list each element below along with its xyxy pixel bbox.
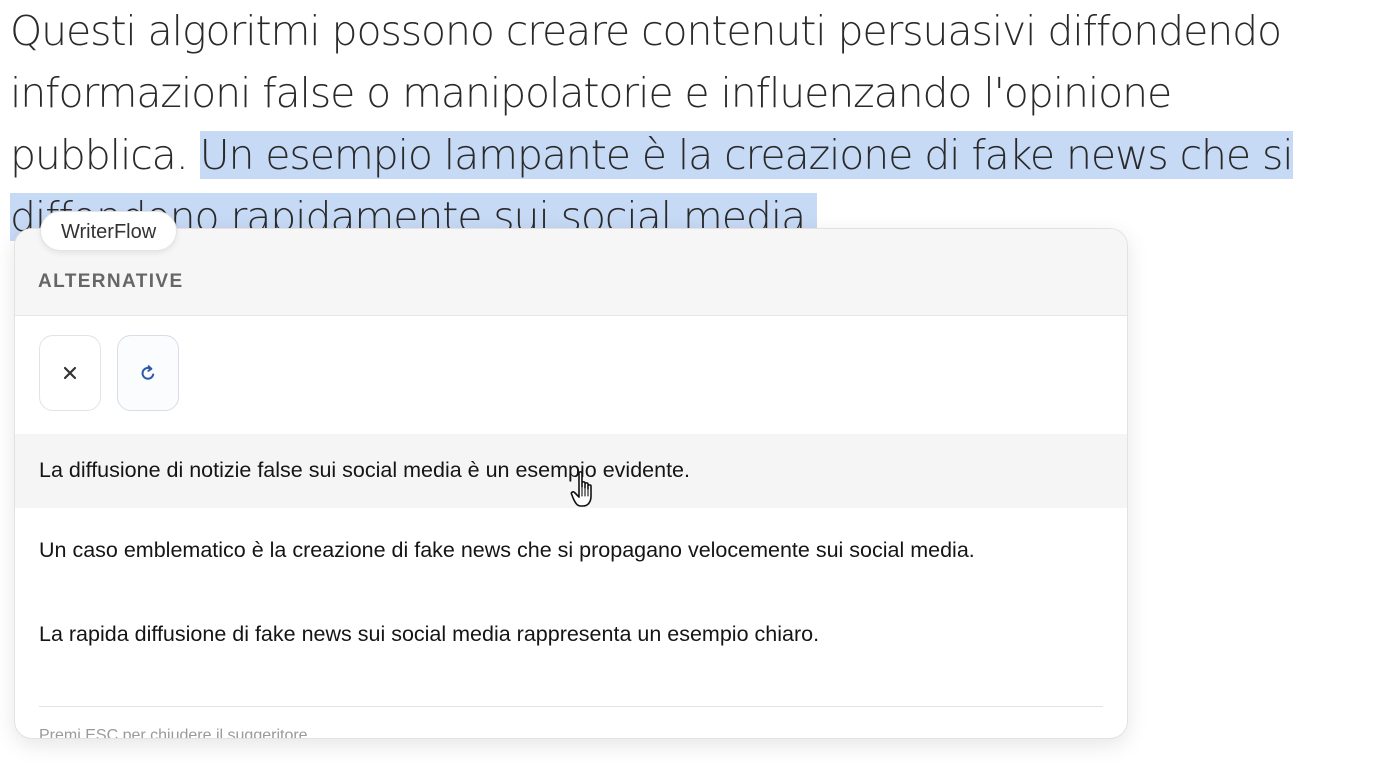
writerflow-badge: WriterFlow	[40, 211, 178, 251]
doc-line-3: pubblica. Un esempio lampante è la creaz…	[10, 124, 1340, 186]
popup-title: ALTERNATIVE	[38, 271, 184, 292]
selected-text[interactable]: Un esempio lampante è la creazione di fa…	[199, 131, 1294, 179]
refresh-button[interactable]	[117, 335, 179, 411]
suggestion-item[interactable]: Un caso emblematico è la creazione di fa…	[15, 508, 1127, 608]
doc-text-plain: pubblica.	[10, 131, 200, 179]
close-icon	[63, 366, 77, 380]
suggestion-item[interactable]: La rapida diffusione di fake news sui so…	[15, 608, 1127, 678]
document-text: Questi algoritmi possono creare contenut…	[10, 0, 1340, 248]
doc-line-1: Questi algoritmi possono creare contenut…	[10, 7, 1282, 55]
refresh-icon	[141, 365, 155, 380]
close-button[interactable]	[39, 335, 101, 411]
footer-hint: Premi ESC per chiudere il suggeritore	[39, 727, 308, 739]
doc-line-2: informazioni false o manipolatorie e inf…	[10, 69, 1172, 117]
popup-actions	[39, 335, 179, 411]
popup-divider	[39, 706, 1103, 707]
popup-header: ALTERNATIVE	[15, 229, 1127, 316]
hand-cursor-icon	[570, 471, 592, 507]
